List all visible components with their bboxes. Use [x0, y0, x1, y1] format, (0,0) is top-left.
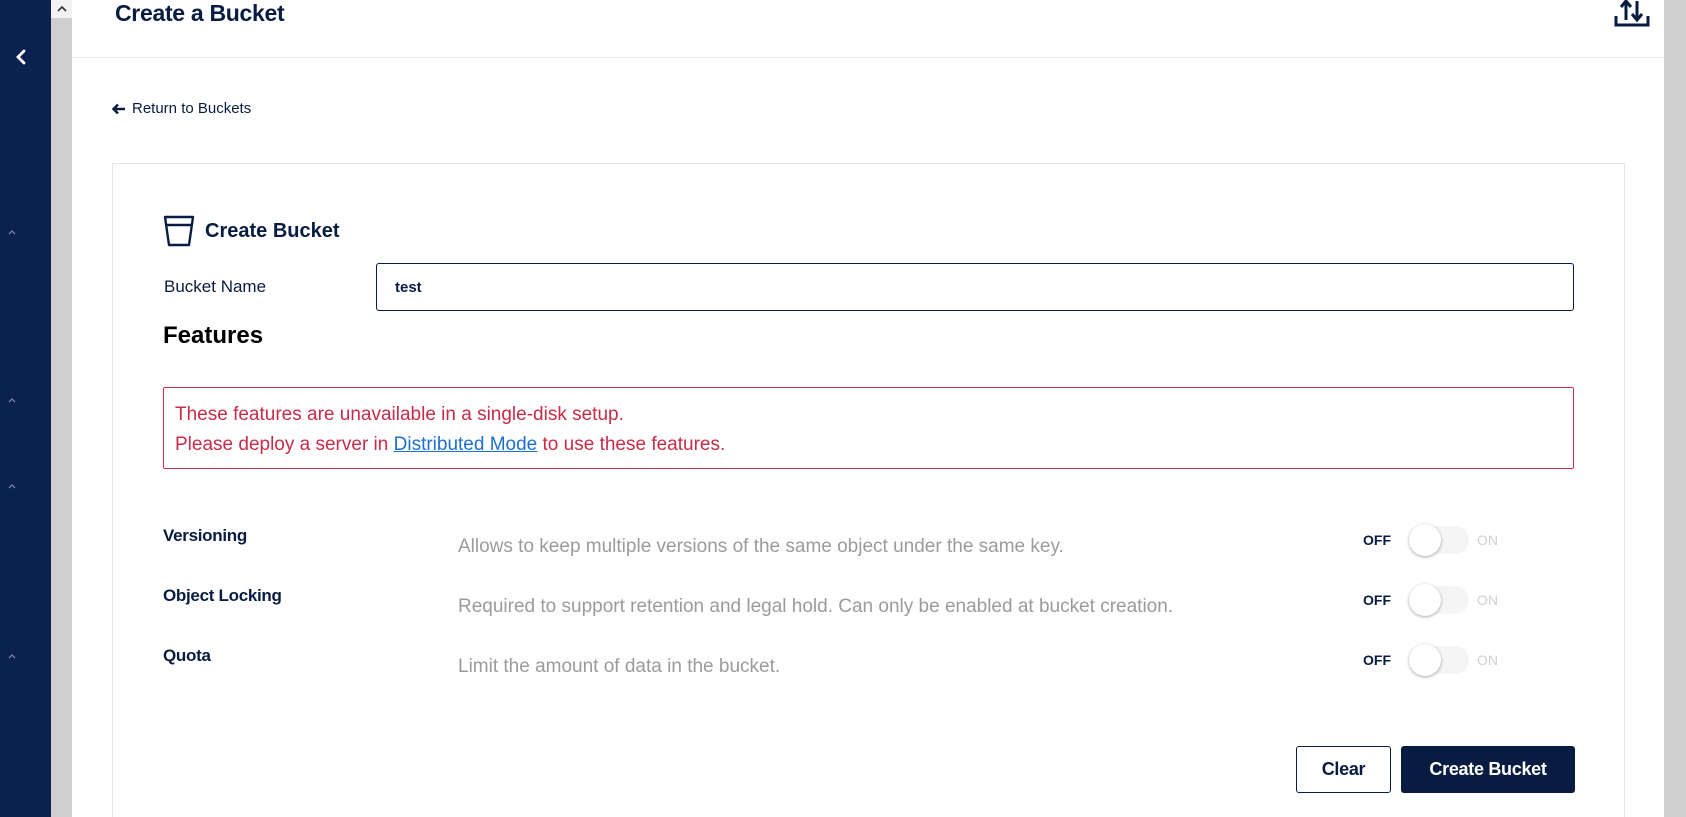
features-title: Features [163, 322, 264, 349]
alert-text: Please deploy a server in [175, 434, 394, 455]
chevron-up-icon[interactable] [6, 226, 18, 238]
card-title: Create Bucket [163, 214, 340, 248]
feature-name: Quota [163, 646, 211, 665]
sidebar [0, 0, 51, 817]
feature-name: Versioning [163, 526, 247, 545]
toggle-off-label: OFF [1363, 532, 1391, 548]
sidebar-collapse-button[interactable] [10, 46, 32, 68]
alert-line: Please deploy a server in Distributed Mo… [175, 430, 1562, 460]
toggle-on-label: ON [1477, 652, 1498, 668]
toggle-track[interactable] [1409, 644, 1469, 676]
create-bucket-button[interactable]: Create Bucket [1401, 746, 1575, 793]
main-content: Return to Buckets Create Bucket Bucket N… [72, 58, 1664, 817]
chevron-up-icon[interactable] [6, 650, 18, 662]
alert-text: to use these features. [537, 434, 726, 455]
feature-description: Allows to keep multiple versions of the … [458, 536, 1064, 557]
toggle-off-label: OFF [1363, 652, 1391, 668]
bucket-icon [163, 215, 195, 247]
bucket-name-label: Bucket Name [164, 277, 267, 296]
toggle-on-label: ON [1477, 592, 1498, 608]
feature-description: Limit the amount of data in the bucket. [458, 656, 781, 677]
quota-toggle[interactable]: OFF ON [1363, 644, 1498, 676]
versioning-toggle[interactable]: OFF ON [1363, 524, 1498, 556]
toggle-on-label: ON [1477, 532, 1498, 548]
chevron-left-icon [16, 49, 26, 65]
chevron-up-icon[interactable] [6, 394, 18, 406]
feature-name: Object Locking [163, 586, 282, 605]
toggle-off-label: OFF [1363, 592, 1391, 608]
card-title-label: Create Bucket [205, 219, 340, 242]
toggle-track[interactable] [1409, 524, 1469, 556]
clear-button[interactable]: Clear [1296, 746, 1391, 793]
toggle-knob[interactable] [1409, 644, 1441, 676]
scrollbar[interactable] [51, 0, 72, 817]
bucket-name-input[interactable] [376, 263, 1574, 311]
feature-row-versioning: Versioning Allows to keep multiple versi… [163, 524, 1574, 566]
chevron-up-icon[interactable] [6, 480, 18, 492]
return-to-buckets-link[interactable]: Return to Buckets [112, 100, 251, 117]
page-title: Create a Bucket [115, 0, 285, 26]
return-to-buckets-label: Return to Buckets [132, 100, 252, 117]
toggle-track[interactable] [1409, 584, 1469, 616]
create-bucket-card: Create Bucket Bucket Name Features These… [112, 163, 1625, 817]
chevron-up-icon [56, 5, 67, 12]
features-unavailable-alert: These features are unavailable in a sing… [163, 387, 1574, 469]
page-header: Create a Bucket [72, 0, 1664, 58]
arrow-left-icon [112, 103, 125, 114]
toggle-knob[interactable] [1409, 524, 1441, 556]
scroll-up-button[interactable] [51, 0, 72, 18]
feature-description: Required to support retention and legal … [458, 596, 1174, 617]
feature-row-quota: Quota Limit the amount of data in the bu… [163, 644, 1574, 686]
feature-row-object-locking: Object Locking Required to support reten… [163, 584, 1574, 626]
alert-line: These features are unavailable in a sing… [175, 404, 624, 425]
object-locking-toggle[interactable]: OFF ON [1363, 584, 1498, 616]
scrollbar[interactable] [1664, 0, 1686, 817]
upload-icon[interactable] [1614, 0, 1650, 28]
toggle-knob[interactable] [1409, 584, 1441, 616]
distributed-mode-link[interactable]: Distributed Mode [394, 434, 538, 455]
